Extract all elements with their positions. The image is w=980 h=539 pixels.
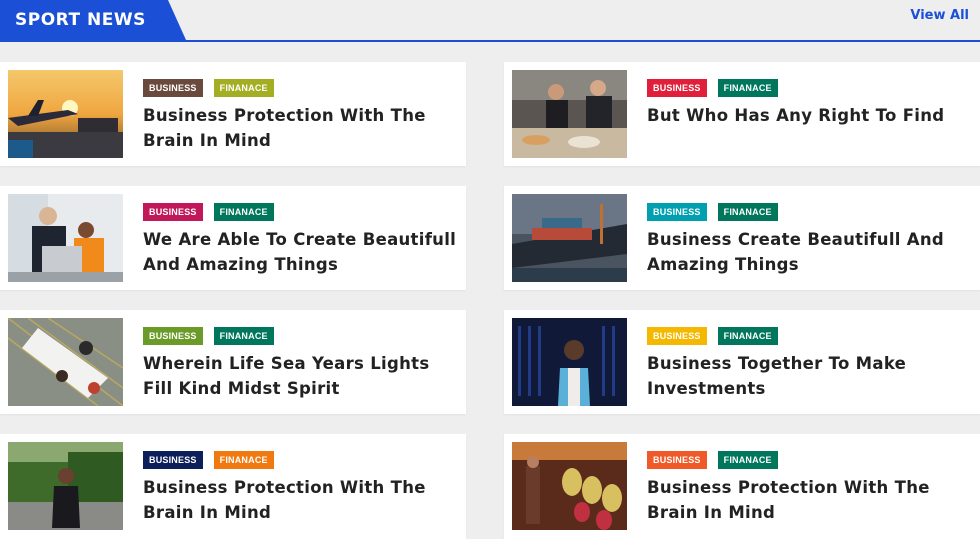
- news-thumbnail[interactable]: [8, 318, 123, 406]
- finance-badge[interactable]: FINANACE: [717, 203, 778, 221]
- news-thumbnail[interactable]: [512, 70, 627, 158]
- category-badge[interactable]: BUSINESS: [647, 203, 707, 221]
- news-title[interactable]: Business Protection With The Brain In Mi…: [647, 475, 967, 525]
- news-card[interactable]: BUSINESS FINANACE Business Protection Wi…: [0, 62, 466, 166]
- category-badge[interactable]: BUSINESS: [647, 79, 707, 97]
- finance-badge[interactable]: FINANACE: [213, 203, 274, 221]
- news-title[interactable]: Business Together To Make Investments: [647, 351, 967, 401]
- news-thumbnail[interactable]: [512, 318, 627, 406]
- news-title[interactable]: Business Protection With The Brain In Mi…: [143, 475, 463, 525]
- news-title[interactable]: Business Protection With The Brain In Mi…: [143, 103, 463, 153]
- news-thumbnail[interactable]: [512, 194, 627, 282]
- news-title[interactable]: But Who Has Any Right To Find: [647, 103, 967, 128]
- category-badge[interactable]: BUSINESS: [143, 79, 203, 97]
- finance-badge[interactable]: FINANACE: [213, 327, 274, 345]
- section-title: SPORT NEWS: [0, 0, 186, 40]
- finance-badge[interactable]: FINANACE: [717, 451, 778, 469]
- news-card[interactable]: BUSINESS FINANACE Business Protection Wi…: [504, 434, 980, 539]
- news-thumbnail[interactable]: [8, 442, 123, 530]
- news-thumbnail[interactable]: [8, 194, 123, 282]
- category-badge[interactable]: BUSINESS: [647, 451, 707, 469]
- news-title[interactable]: We Are Able To Create Beautifull And Ama…: [143, 227, 463, 277]
- news-card[interactable]: BUSINESS FINANACE Business Protection Wi…: [0, 434, 466, 539]
- news-card[interactable]: BUSINESS FINANACE We Are Able To Create …: [0, 186, 466, 290]
- news-title[interactable]: Wherein Life Sea Years Lights Fill Kind …: [143, 351, 463, 401]
- finance-badge[interactable]: FINANACE: [213, 79, 274, 97]
- news-title[interactable]: Business Create Beautifull And Amazing T…: [647, 227, 967, 277]
- news-thumbnail[interactable]: [8, 70, 123, 158]
- category-badge[interactable]: BUSINESS: [143, 451, 203, 469]
- news-card[interactable]: BUSINESS FINANACE But Who Has Any Right …: [504, 62, 980, 166]
- finance-badge[interactable]: FINANACE: [717, 327, 778, 345]
- view-all-link[interactable]: View All: [910, 8, 969, 23]
- news-card[interactable]: BUSINESS FINANACE Business Together To M…: [504, 310, 980, 414]
- category-badge[interactable]: BUSINESS: [143, 203, 203, 221]
- section-header: SPORT NEWS View All: [0, 0, 980, 42]
- finance-badge[interactable]: FINANACE: [717, 79, 778, 97]
- news-card[interactable]: BUSINESS FINANACE Wherein Life Sea Years…: [0, 310, 466, 414]
- news-thumbnail[interactable]: [512, 442, 627, 530]
- news-card[interactable]: BUSINESS FINANACE Business Create Beauti…: [504, 186, 980, 290]
- finance-badge[interactable]: FINANACE: [213, 451, 274, 469]
- category-badge[interactable]: BUSINESS: [647, 327, 707, 345]
- category-badge[interactable]: BUSINESS: [143, 327, 203, 345]
